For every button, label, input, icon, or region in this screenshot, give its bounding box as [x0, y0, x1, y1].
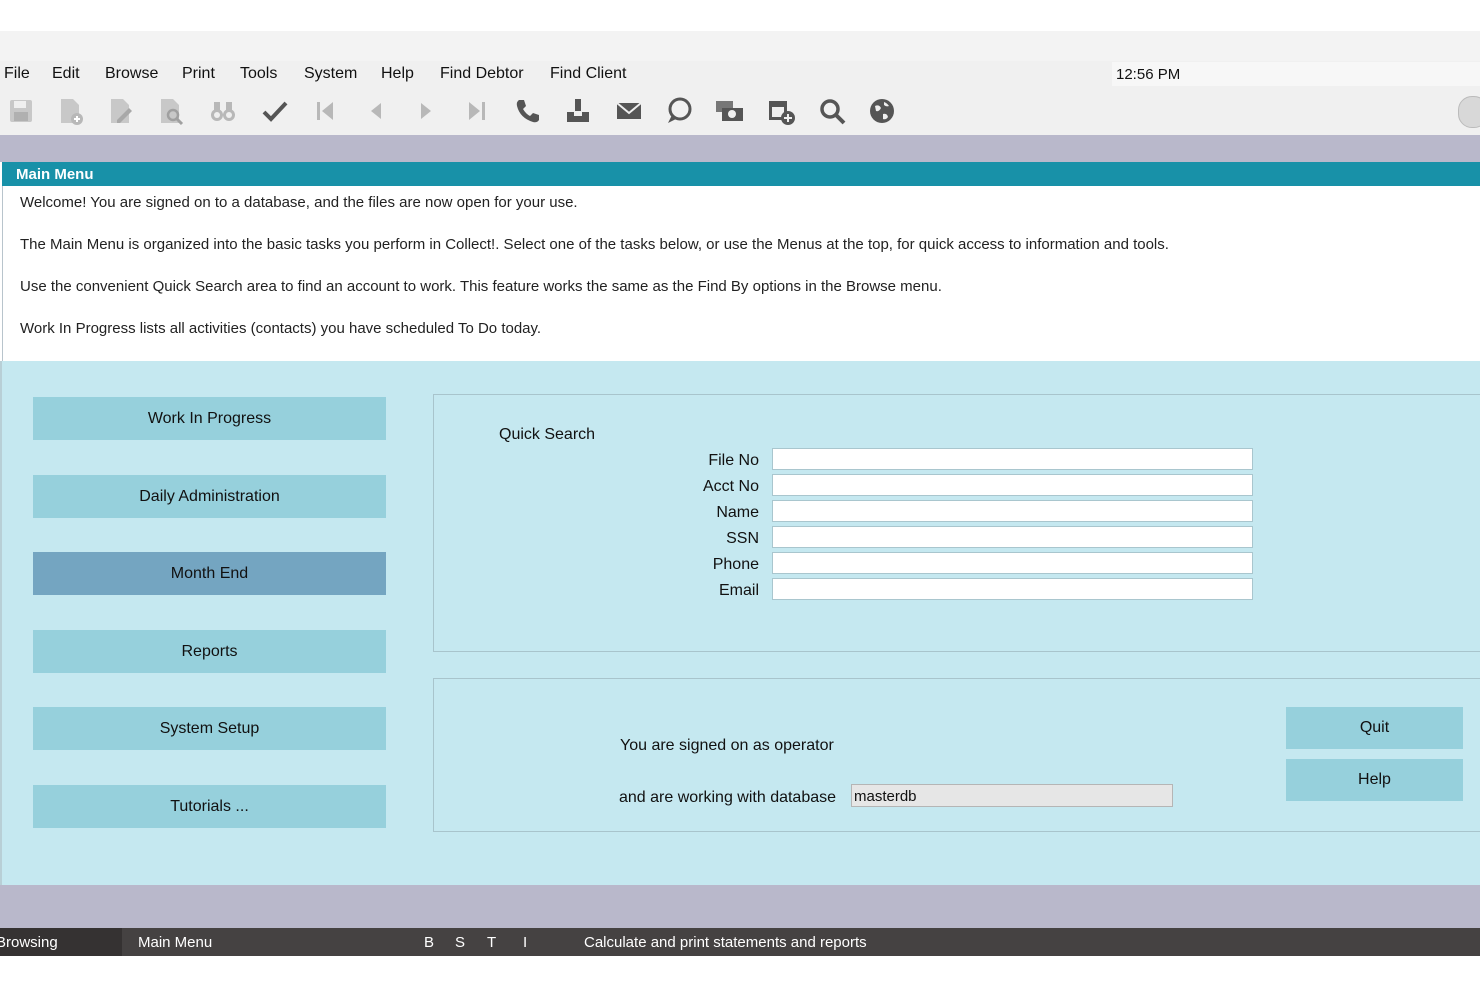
- bottom-separator: [0, 885, 1480, 928]
- work-in-progress-button[interactable]: Work In Progress: [33, 397, 386, 440]
- name-input[interactable]: [772, 500, 1253, 522]
- ssn-input[interactable]: [772, 526, 1253, 548]
- menu-help[interactable]: Help: [381, 65, 414, 83]
- acct-no-label: Acct No: [702, 478, 759, 495]
- edit-document-icon[interactable]: [102, 93, 138, 129]
- globe-icon[interactable]: [864, 93, 900, 129]
- title-bar: [0, 31, 1480, 61]
- file-no-input[interactable]: [772, 448, 1253, 470]
- main-menu-header: Main Menu: [2, 162, 1480, 186]
- new-document-icon[interactable]: [52, 93, 88, 129]
- check-icon[interactable]: [257, 93, 293, 129]
- save-icon[interactable]: [3, 93, 39, 129]
- menu-system[interactable]: System: [304, 65, 357, 83]
- menu-find-client[interactable]: Find Client: [550, 65, 626, 83]
- menu-print[interactable]: Print: [182, 65, 215, 83]
- intro-welcome: Welcome! You are signed on to a database…: [20, 194, 578, 211]
- status-flag-s: S: [455, 934, 466, 951]
- system-setup-button[interactable]: System Setup: [33, 707, 386, 750]
- chat-icon[interactable]: [661, 93, 697, 129]
- status-hint: Calculate and print statements and repor…: [584, 934, 867, 951]
- month-end-button[interactable]: Month End: [33, 552, 386, 595]
- quit-button[interactable]: Quit: [1286, 707, 1463, 749]
- binoculars-icon[interactable]: [205, 93, 241, 129]
- first-record-icon[interactable]: [307, 93, 343, 129]
- menu-tools[interactable]: Tools: [240, 65, 277, 83]
- acct-no-input[interactable]: [772, 474, 1253, 496]
- clock-time: 12:56 PM: [1116, 66, 1181, 83]
- intro-quick-search: Use the convenient Quick Search area to …: [20, 278, 942, 295]
- status-bar: Browsing Main Menu B S T I Calculate and…: [0, 928, 1480, 956]
- menu-edit[interactable]: Edit: [52, 65, 80, 83]
- top-separator: [0, 135, 1480, 162]
- menu-browse[interactable]: Browse: [105, 65, 158, 83]
- previous-icon[interactable]: [358, 93, 394, 129]
- intro-panel: Welcome! You are signed on to a database…: [2, 186, 1480, 361]
- daily-administration-button[interactable]: Daily Administration: [33, 475, 386, 518]
- quick-search-title: Quick Search: [499, 426, 596, 443]
- working-database-text: and are working with database: [619, 789, 837, 806]
- file-no-label: File No: [708, 452, 759, 469]
- inbox-icon[interactable]: [560, 93, 596, 129]
- toolbar: [0, 87, 1480, 135]
- signed-on-operator-text: You are signed on as operator: [620, 737, 834, 754]
- phone-input[interactable]: [772, 552, 1253, 574]
- search-icon[interactable]: [814, 93, 850, 129]
- intro-organized: The Main Menu is organized into the basi…: [20, 236, 1169, 253]
- status-screen: Main Menu: [138, 934, 213, 951]
- database-field: masterdb: [851, 784, 1173, 807]
- name-label: Name: [716, 504, 759, 521]
- email-label: Email: [718, 582, 759, 599]
- toolbar-overflow-icon[interactable]: [1458, 96, 1480, 128]
- operator-panel: [433, 678, 1480, 832]
- next-icon[interactable]: [408, 93, 444, 129]
- phone-label: Phone: [712, 556, 759, 573]
- reports-button[interactable]: Reports: [33, 630, 386, 673]
- mail-icon[interactable]: [611, 93, 647, 129]
- menu-find-debtor[interactable]: Find Debtor: [440, 65, 524, 83]
- status-flag-t: T: [487, 934, 497, 951]
- tutorials-button[interactable]: Tutorials ...: [33, 785, 386, 828]
- intro-work-in-progress: Work In Progress lists all activities (c…: [20, 320, 542, 337]
- ssn-label: SSN: [726, 530, 759, 547]
- email-input[interactable]: [772, 578, 1253, 600]
- calendar-add-icon[interactable]: [763, 93, 799, 129]
- status-flag-i: I: [523, 934, 528, 951]
- main-menu-title: Main Menu: [16, 166, 94, 183]
- phone-icon[interactable]: [509, 93, 545, 129]
- preview-icon[interactable]: [153, 93, 189, 129]
- payment-card-icon[interactable]: [711, 93, 747, 129]
- status-mode: Browsing: [0, 934, 58, 951]
- help-button[interactable]: Help: [1286, 759, 1463, 801]
- last-record-icon[interactable]: [459, 93, 495, 129]
- clock: 12:56 PM: [1112, 62, 1480, 86]
- menu-file[interactable]: File: [4, 65, 30, 83]
- status-flag-b: B: [424, 934, 435, 951]
